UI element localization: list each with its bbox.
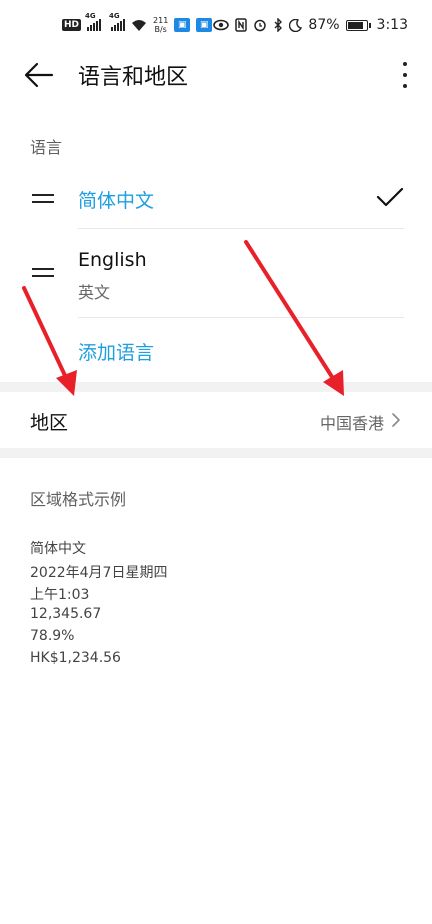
- more-dot-icon: [403, 73, 407, 77]
- app-notification-icon-1: ▣: [174, 18, 191, 32]
- app-notification-icon-2: ▣: [196, 18, 213, 32]
- status-bar-right: 87% 3:13: [213, 17, 408, 33]
- drag-handle-icon[interactable]: [32, 268, 54, 277]
- format-sample-language: 简体中文: [30, 541, 86, 557]
- format-sample-currency: HK$1,234.56: [30, 650, 121, 666]
- language-name: English: [78, 249, 147, 271]
- alarm-icon: [254, 19, 267, 32]
- region-value: 中国香港: [319, 414, 384, 433]
- network-speed-unit: B/s: [154, 25, 167, 34]
- drag-handle-icon[interactable]: [32, 194, 54, 203]
- back-button[interactable]: [24, 62, 54, 88]
- battery-percent: 87%: [308, 17, 340, 33]
- moon-icon: [289, 18, 303, 32]
- language-section-label: 语言: [30, 138, 63, 157]
- section-separator: [0, 448, 432, 458]
- chevron-right-icon: [392, 413, 400, 427]
- hd-badge: HD: [62, 19, 82, 31]
- more-dot-icon: [403, 84, 407, 88]
- app-header: 语言和地区: [0, 50, 432, 100]
- format-sample-percent: 78.9%: [30, 628, 75, 644]
- section-separator: [0, 382, 432, 392]
- language-name: 简体中文: [78, 190, 155, 212]
- cellular-signal-icon-2: 4G: [109, 12, 126, 31]
- clock-time: 3:13: [376, 17, 408, 33]
- checkmark-icon: [376, 187, 404, 207]
- format-sample-title: 区域格式示例: [30, 490, 127, 509]
- region-row[interactable]: 地区 中国香港: [0, 392, 432, 448]
- format-sample-time: 上午1:03: [30, 587, 90, 603]
- cellular-signal-icon-1: 4G: [85, 12, 102, 31]
- wifi-icon: [132, 19, 147, 31]
- annotation-overlay: [22, 240, 344, 396]
- language-subtitle: 英文: [78, 283, 111, 302]
- status-bar: HD 4G 4G 211 B/s ▣ ▣ 87% 3:13: [0, 0, 432, 50]
- language-item-english[interactable]: English 英文: [0, 229, 432, 317]
- divider: [78, 317, 404, 318]
- bluetooth-icon: [274, 18, 283, 32]
- more-dot-icon: [403, 62, 407, 66]
- nfc-icon: [235, 18, 248, 32]
- add-language-button[interactable]: 添加语言: [78, 338, 154, 365]
- battery-icon: [345, 19, 371, 31]
- region-label: 地区: [30, 412, 69, 434]
- format-sample-date: 2022年4月7日星期四: [30, 565, 168, 581]
- language-item-chinese[interactable]: 简体中文: [0, 170, 432, 228]
- network-speed-value: 211: [153, 16, 169, 25]
- back-arrow-icon: [24, 62, 54, 88]
- status-bar-left: HD 4G 4G 211 B/s ▣ ▣: [62, 12, 213, 34]
- more-options-button[interactable]: [400, 60, 410, 90]
- format-sample-number: 12,345.67: [30, 606, 102, 622]
- eye-icon: [213, 19, 230, 31]
- page-title: 语言和地区: [78, 65, 189, 90]
- network-speed: 211 B/s: [153, 16, 168, 34]
